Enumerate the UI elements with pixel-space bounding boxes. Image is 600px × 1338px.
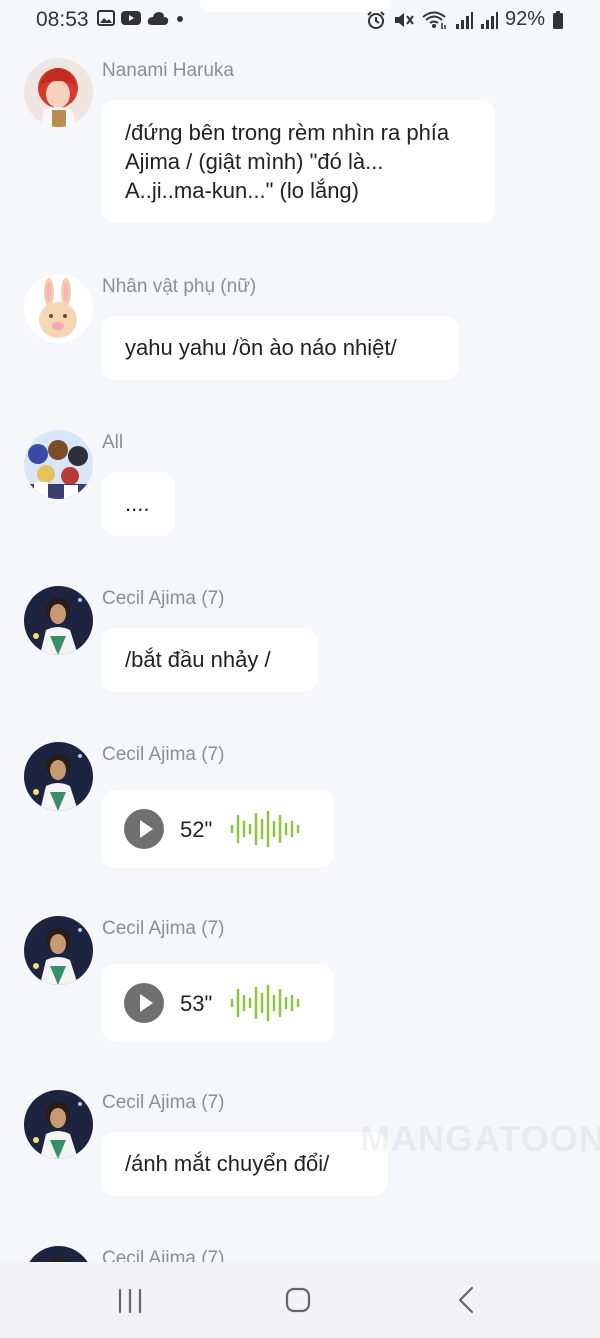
- message-text: /ánh mắt chuyển đổi/: [125, 1151, 330, 1176]
- battery-percentage: 92%: [504, 8, 545, 30]
- watermark: MANGATOON: [360, 1118, 600, 1159]
- waveform-icon: [230, 810, 300, 848]
- message-bubble[interactable]: /đứng bên trong rèm nhìn ra phía Ajima /…: [102, 100, 495, 223]
- play-icon[interactable]: [124, 809, 164, 849]
- waveform-icon: [230, 984, 300, 1022]
- status-bar: 08:53 92%: [0, 0, 600, 40]
- sender-name: Cecil Ajima (7): [102, 1092, 225, 1113]
- dot-icon: [177, 16, 183, 22]
- voice-message-bubble[interactable]: 52": [102, 790, 334, 868]
- mute-icon: [394, 12, 414, 27]
- voice-duration: 53": [180, 990, 213, 1016]
- recents-icon: [118, 1288, 142, 1314]
- play-icon[interactable]: [124, 983, 164, 1023]
- signal-icon: [455, 11, 473, 29]
- back-icon: [458, 1286, 474, 1314]
- message-text: /bắt đầu nhảy /: [125, 647, 271, 672]
- avatar-all[interactable]: [24, 430, 93, 499]
- message-text: /đứng bên trong rèm nhìn ra phía Ajima /…: [125, 120, 450, 203]
- cloud-icon: [147, 12, 169, 25]
- back-button[interactable]: [446, 1282, 486, 1318]
- status-right-icons: 92%: [366, 8, 564, 31]
- sender-name: Nhân vật phụ (nữ): [102, 276, 257, 297]
- system-navigation-bar: [0, 1262, 600, 1338]
- gallery-icon: [97, 10, 115, 26]
- voice-message-bubble[interactable]: 53": [102, 964, 334, 1042]
- avatar-cecil-ajima[interactable]: [24, 586, 93, 655]
- signal-icon: [480, 11, 498, 29]
- message-text: ....: [125, 491, 150, 516]
- sender-name: Cecil Ajima (7): [102, 918, 225, 939]
- battery-icon: [553, 10, 563, 29]
- message-text: yahu yahu /ồn ào náo nhiệt/: [125, 335, 397, 360]
- notification-sheet-edge: [200, 0, 390, 12]
- youtube-icon: [121, 11, 141, 25]
- avatar-cecil-ajima[interactable]: [24, 1090, 93, 1159]
- avatar-supporting-female[interactable]: [24, 274, 93, 343]
- message-bubble[interactable]: /ánh mắt chuyển đổi/: [102, 1132, 388, 1196]
- status-left-icons: [97, 10, 185, 26]
- alarm-icon: [367, 10, 385, 29]
- sender-name: Nanami Haruka: [102, 60, 234, 81]
- status-time: 08:53: [36, 8, 89, 31]
- wifi-icon: [422, 11, 446, 29]
- avatar-nanami-haruka[interactable]: [24, 58, 93, 127]
- avatar-cecil-ajima[interactable]: [24, 742, 93, 811]
- recents-button[interactable]: [110, 1282, 150, 1318]
- sender-name: All: [102, 432, 124, 453]
- chat-message-list[interactable]: Nanami Haruka /đứng bên trong rèm nhìn r…: [0, 0, 600, 1262]
- avatar-cecil-ajima[interactable]: [24, 1246, 93, 1262]
- message-bubble[interactable]: yahu yahu /ồn ào náo nhiệt/: [102, 316, 459, 380]
- sender-name: Cecil Ajima (7): [102, 744, 225, 765]
- home-button[interactable]: [278, 1282, 318, 1318]
- home-icon: [285, 1287, 311, 1313]
- voice-duration: 52": [180, 816, 213, 842]
- message-bubble[interactable]: /bắt đầu nhảy /: [102, 628, 318, 692]
- sender-name: Cecil Ajima (7): [102, 1248, 225, 1262]
- sender-name: Cecil Ajima (7): [102, 588, 225, 609]
- message-bubble[interactable]: ....: [102, 472, 175, 536]
- avatar-cecil-ajima[interactable]: [24, 916, 93, 985]
